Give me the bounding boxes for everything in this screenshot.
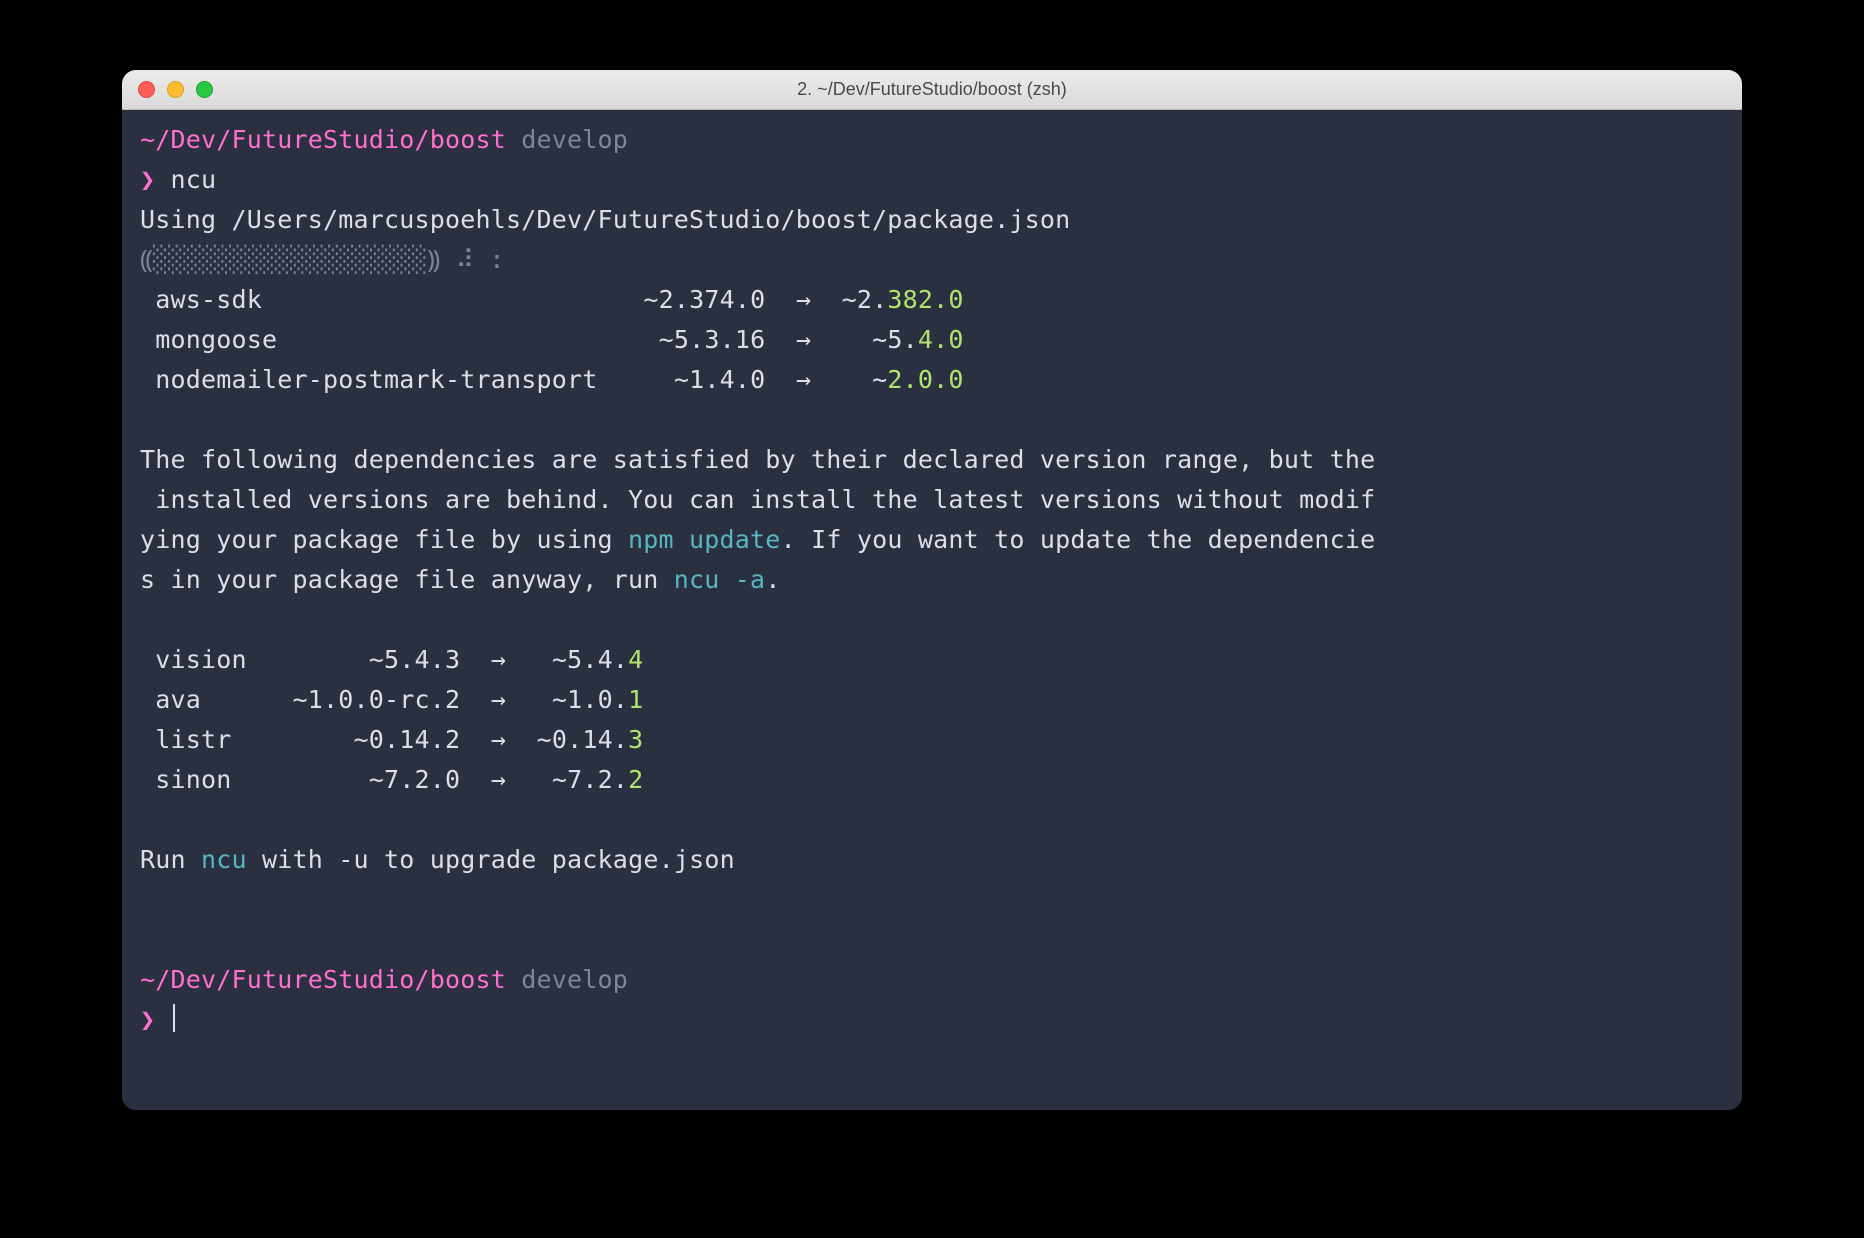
dep-to: ~5.4.0 <box>872 325 964 354</box>
minimize-icon[interactable] <box>167 81 184 98</box>
command-text: ncu <box>171 165 217 194</box>
dep-from: ~1.4.0 <box>643 365 765 394</box>
dep-from: ~7.2.0 <box>277 765 460 794</box>
updates-minor-block: vision ~5.4.3 → ~5.4.4 ava ~1.0.0-rc.2 →… <box>140 640 1724 800</box>
blank <box>140 920 1724 960</box>
command-line-2: ❯ <box>140 1000 1724 1040</box>
blank <box>140 600 1724 640</box>
terminal-window: 2. ~/Dev/FutureStudio/boost (zsh) ~/Dev/… <box>122 70 1742 1110</box>
dep-name: ava <box>155 685 277 714</box>
dependency-row: listr ~0.14.2 → ~0.14.3 <box>140 720 1724 760</box>
blank <box>140 400 1724 440</box>
dep-name: mongoose <box>155 325 643 354</box>
cursor-icon <box>173 1004 175 1032</box>
updates-major-block: aws-sdk ~2.374.0 → ~2.382.0 mongoose ~5.… <box>140 280 1724 400</box>
prompt-line-2: ~/Dev/FutureStudio/boost develop <box>140 960 1724 1000</box>
dep-to: ~0.14.3 <box>537 725 644 754</box>
dep-name: nodemailer-postmark-transport <box>155 365 643 394</box>
dependency-row: mongoose ~5.3.16 → ~5.4.0 <box>140 320 1724 360</box>
explain-l3: ying your package file by using npm upda… <box>140 520 1724 560</box>
explain-l4: s in your package file anyway, run ncu -… <box>140 560 1724 600</box>
dep-to: ~5.4.4 <box>552 645 644 674</box>
blank <box>140 880 1724 920</box>
titlebar: 2. ~/Dev/FutureStudio/boost (zsh) <box>122 70 1742 110</box>
dep-to: ~7.2.2 <box>552 765 644 794</box>
zoom-icon[interactable] <box>196 81 213 98</box>
dep-from: ~0.14.2 <box>277 725 460 754</box>
npm-update-cmd: npm update <box>628 525 781 554</box>
explain-l1: The following dependencies are satisfied… <box>140 440 1724 480</box>
prompt-line-1: ~/Dev/FutureStudio/boost develop <box>140 120 1724 160</box>
dep-to: ~2.382.0 <box>842 285 964 314</box>
command-line-1: ❯ ncu <box>140 160 1724 200</box>
progress-line: ⸨░░░░░░░░░░░░░░░░░░⸩ ⠼ : <box>140 240 1724 280</box>
dep-from: ~2.374.0 <box>643 285 765 314</box>
using-line: Using /Users/marcuspoehls/Dev/FutureStud… <box>140 200 1724 240</box>
dependency-row: vision ~5.4.3 → ~5.4.4 <box>140 640 1724 680</box>
dep-from: ~1.0.0-rc.2 <box>277 685 460 714</box>
dep-name: vision <box>155 645 277 674</box>
dep-name: sinon <box>155 765 277 794</box>
dep-from: ~5.4.3 <box>277 645 460 674</box>
dependency-row: sinon ~7.2.0 → ~7.2.2 <box>140 760 1724 800</box>
dependency-row: nodemailer-postmark-transport ~1.4.0 → ~… <box>140 360 1724 400</box>
prompt-branch: develop <box>521 125 628 154</box>
explain-l2: installed versions are behind. You can i… <box>140 480 1724 520</box>
dep-name: aws-sdk <box>155 285 643 314</box>
blank <box>140 800 1724 840</box>
terminal-body[interactable]: ~/Dev/FutureStudio/boost develop❯ ncuUsi… <box>122 110 1742 1110</box>
dep-name: listr <box>155 725 277 754</box>
ncu-cmd: ncu <box>201 845 247 874</box>
dep-to: ~1.0.1 <box>552 685 644 714</box>
footer-line: Run ncu with -u to upgrade package.json <box>140 840 1724 880</box>
prompt-path: ~/Dev/FutureStudio/boost <box>140 125 506 154</box>
close-icon[interactable] <box>138 81 155 98</box>
dep-from: ~5.3.16 <box>643 325 765 354</box>
dependency-row: aws-sdk ~2.374.0 → ~2.382.0 <box>140 280 1724 320</box>
traffic-lights <box>122 81 213 98</box>
dependency-row: ava ~1.0.0-rc.2 → ~1.0.1 <box>140 680 1724 720</box>
window-title: 2. ~/Dev/FutureStudio/boost (zsh) <box>122 79 1742 100</box>
prompt-symbol: ❯ <box>140 165 155 194</box>
ncu-a-cmd: ncu -a <box>674 565 766 594</box>
dep-to: ~2.0.0 <box>872 365 964 394</box>
